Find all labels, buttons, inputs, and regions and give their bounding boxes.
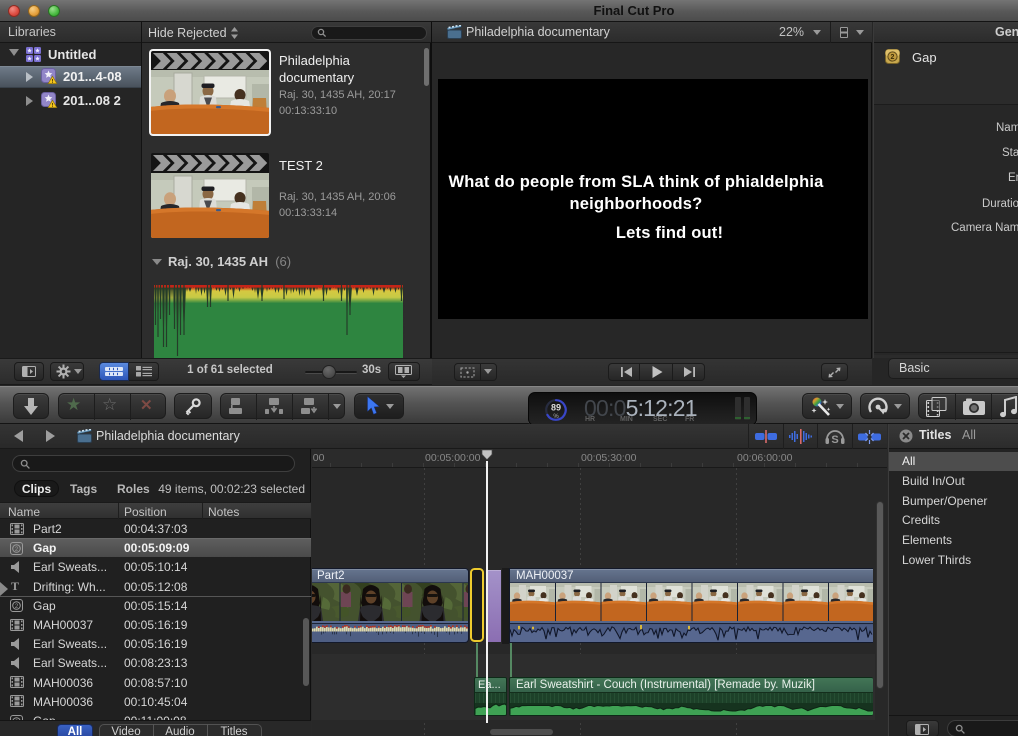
svg-text:%: % <box>553 414 559 420</box>
svg-text:89: 89 <box>551 403 561 413</box>
svg-text:!: ! <box>52 103 54 109</box>
svg-text:!: ! <box>52 79 54 85</box>
svg-text:S: S <box>831 434 838 445</box>
svg-text:2: 2 <box>891 54 895 61</box>
